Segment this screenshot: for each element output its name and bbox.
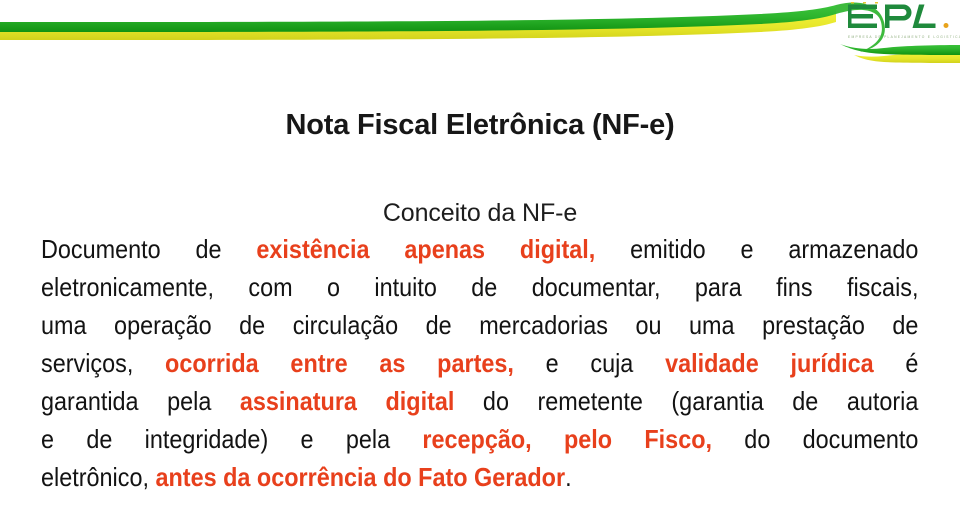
paragraph-word: pela	[167, 386, 212, 416]
paragraph-word: de	[239, 310, 266, 340]
paragraph-word: é	[905, 348, 919, 378]
paragraph-word: de	[892, 310, 919, 340]
concept-paragraph: Documento de existência apenas digital, emiti…	[41, 230, 919, 496]
paragraph-word: do	[744, 424, 771, 454]
paragraph-word: circulação	[292, 310, 399, 340]
paragraph-word: .	[565, 462, 572, 492]
paragraph-line: garantida pela assinatura digital do remetent…	[41, 382, 919, 420]
paragraph-word: de	[86, 424, 113, 454]
paragraph-word: e	[545, 348, 559, 378]
paragraph-word: emitido	[630, 234, 706, 264]
paragraph-word: fins	[776, 272, 813, 302]
slide-content: Nota Fiscal Eletrônica (NF-e) Conceito d…	[0, 68, 960, 521]
highlighted-term: digital	[385, 386, 455, 416]
highlighted-term: digital,	[519, 234, 596, 264]
paragraph-word: operação	[114, 310, 212, 340]
paragraph-word: pela	[345, 424, 391, 454]
paragraph-word: eletronicamente,	[41, 272, 215, 302]
highlighted-term: assinatura	[239, 386, 357, 416]
highlighted-term: partes,	[437, 348, 514, 378]
paragraph-word: remetente	[537, 386, 643, 416]
highlighted-term: pelo	[563, 424, 613, 454]
highlighted-term: entre	[290, 348, 348, 378]
paragraph-line: eletrônico, antes da ocorrência do Fato …	[41, 458, 831, 496]
highlighted-term: antes da ocorrência do Fato Gerador	[155, 462, 566, 492]
paragraph-word: mercadorias	[479, 310, 608, 340]
highlighted-term: ocorrida	[165, 348, 259, 378]
paragraph-line: uma operação de circulação de mercadorias ou um…	[41, 306, 919, 344]
epl-logo-tagline: EMPRESA DE PLANEJAMENTO E LOGISTICA	[848, 34, 960, 40]
highlighted-term: validade	[665, 348, 759, 378]
paragraph-word: do	[482, 386, 509, 416]
paragraph-word: de	[195, 234, 222, 264]
highlighted-term: Fisco,	[644, 424, 713, 454]
paragraph-word: para	[694, 272, 742, 302]
paragraph-word: Documento	[41, 234, 161, 264]
highlighted-term: recepção,	[422, 424, 532, 454]
paragraph-word: cuja	[590, 348, 634, 378]
page-title: Nota Fiscal Eletrônica (NF-e)	[285, 109, 675, 142]
epl-logo-mark	[848, 2, 949, 28]
paragraph-word: documento	[802, 424, 919, 454]
paragraph-line: e de integridade) e pela recepção, pelo Fisco, d…	[41, 420, 919, 458]
highlighted-term: as	[379, 348, 406, 378]
paragraph-word: uma	[41, 310, 87, 340]
paragraph-word: e	[41, 424, 55, 454]
paragraph-word: de	[792, 386, 819, 416]
paragraph-word: documentar,	[531, 272, 661, 302]
paragraph-word: intuito	[374, 272, 437, 302]
paragraph-word: uma	[689, 310, 735, 340]
paragraph-word: serviços,	[41, 348, 134, 378]
paragraph-word: autoria	[846, 386, 919, 416]
header-banner: EMPRESA DE PLANEJAMENTO E LOGISTICA	[0, 0, 960, 68]
paragraph-word: e	[300, 424, 314, 454]
highlighted-term: apenas	[404, 234, 486, 264]
paragraph-word: o	[327, 272, 341, 302]
paragraph-word: eletrônico,	[41, 462, 149, 492]
paragraph-line: serviços, ocorrida entre as partes, e cuja vali…	[41, 344, 919, 382]
paragraph-word: e	[740, 234, 754, 264]
paragraph-word: armazenado	[788, 234, 919, 264]
slide-subtitle: Conceito da NF-e	[382, 198, 578, 227]
header-banner-graphic	[0, 2, 960, 63]
paragraph-word: de	[425, 310, 452, 340]
highlighted-term: existência	[256, 234, 370, 264]
paragraph-word: prestação	[762, 310, 865, 340]
highlighted-term: jurídica	[790, 348, 874, 378]
paragraph-word: ou	[635, 310, 662, 340]
epl-logo: EMPRESA DE PLANEJAMENTO E LOGISTICA	[848, 2, 960, 46]
paragraph-word: integridade)	[144, 424, 269, 454]
paragraph-word: de	[471, 272, 498, 302]
paragraph-word: com	[248, 272, 293, 302]
paragraph-word: fiscais,	[846, 272, 919, 302]
paragraph-line: eletronicamente, com o intuito de documentar,…	[41, 268, 919, 306]
paragraph-word: (garantia	[671, 386, 764, 416]
paragraph-word: garantida	[41, 386, 139, 416]
paragraph-line: Documento de existência apenas digital, emiti…	[41, 230, 919, 268]
